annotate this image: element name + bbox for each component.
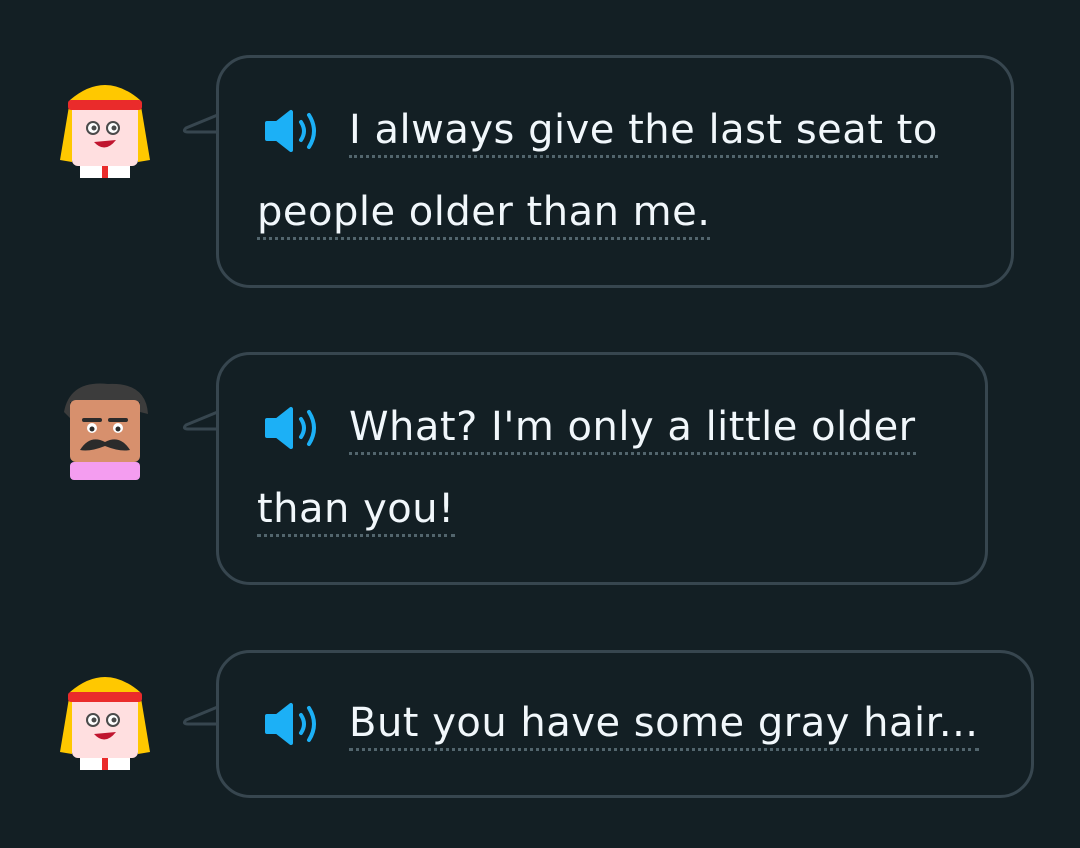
- speaker-icon[interactable]: [261, 106, 325, 156]
- message-line-1[interactable]: I always give the last seat to: [349, 104, 938, 158]
- message-line-2[interactable]: than you!: [257, 483, 455, 537]
- speech-bubble: I always give the last seat to people ol…: [216, 55, 1014, 288]
- message-line-1[interactable]: But you have some gray hair...: [349, 697, 979, 751]
- woman-avatar-icon: [60, 677, 150, 770]
- man-avatar-icon: [64, 383, 148, 480]
- message-text[interactable]: I always give the last seat to: [349, 107, 938, 158]
- speaker-icon[interactable]: [261, 699, 325, 749]
- message-text[interactable]: But you have some gray hair...: [349, 700, 979, 751]
- message-line-1[interactable]: What? I'm only a little older: [349, 401, 916, 455]
- speech-bubble: But you have some gray hair...: [216, 650, 1034, 798]
- speaker-icon[interactable]: [261, 403, 325, 453]
- message-line-2[interactable]: people older than me.: [257, 186, 711, 240]
- speech-bubble: What? I'm only a little older than you!: [216, 352, 988, 585]
- message-row-1: I always give the last seat to people ol…: [0, 55, 1080, 290]
- message-text[interactable]: than you!: [257, 486, 455, 537]
- message-text[interactable]: people older than me.: [257, 189, 711, 240]
- message-row-3: But you have some gray hair...: [0, 650, 1080, 800]
- woman-avatar-icon: [60, 85, 150, 178]
- message-row-2: What? I'm only a little older than you!: [0, 352, 1080, 587]
- message-text[interactable]: What? I'm only a little older: [349, 404, 916, 455]
